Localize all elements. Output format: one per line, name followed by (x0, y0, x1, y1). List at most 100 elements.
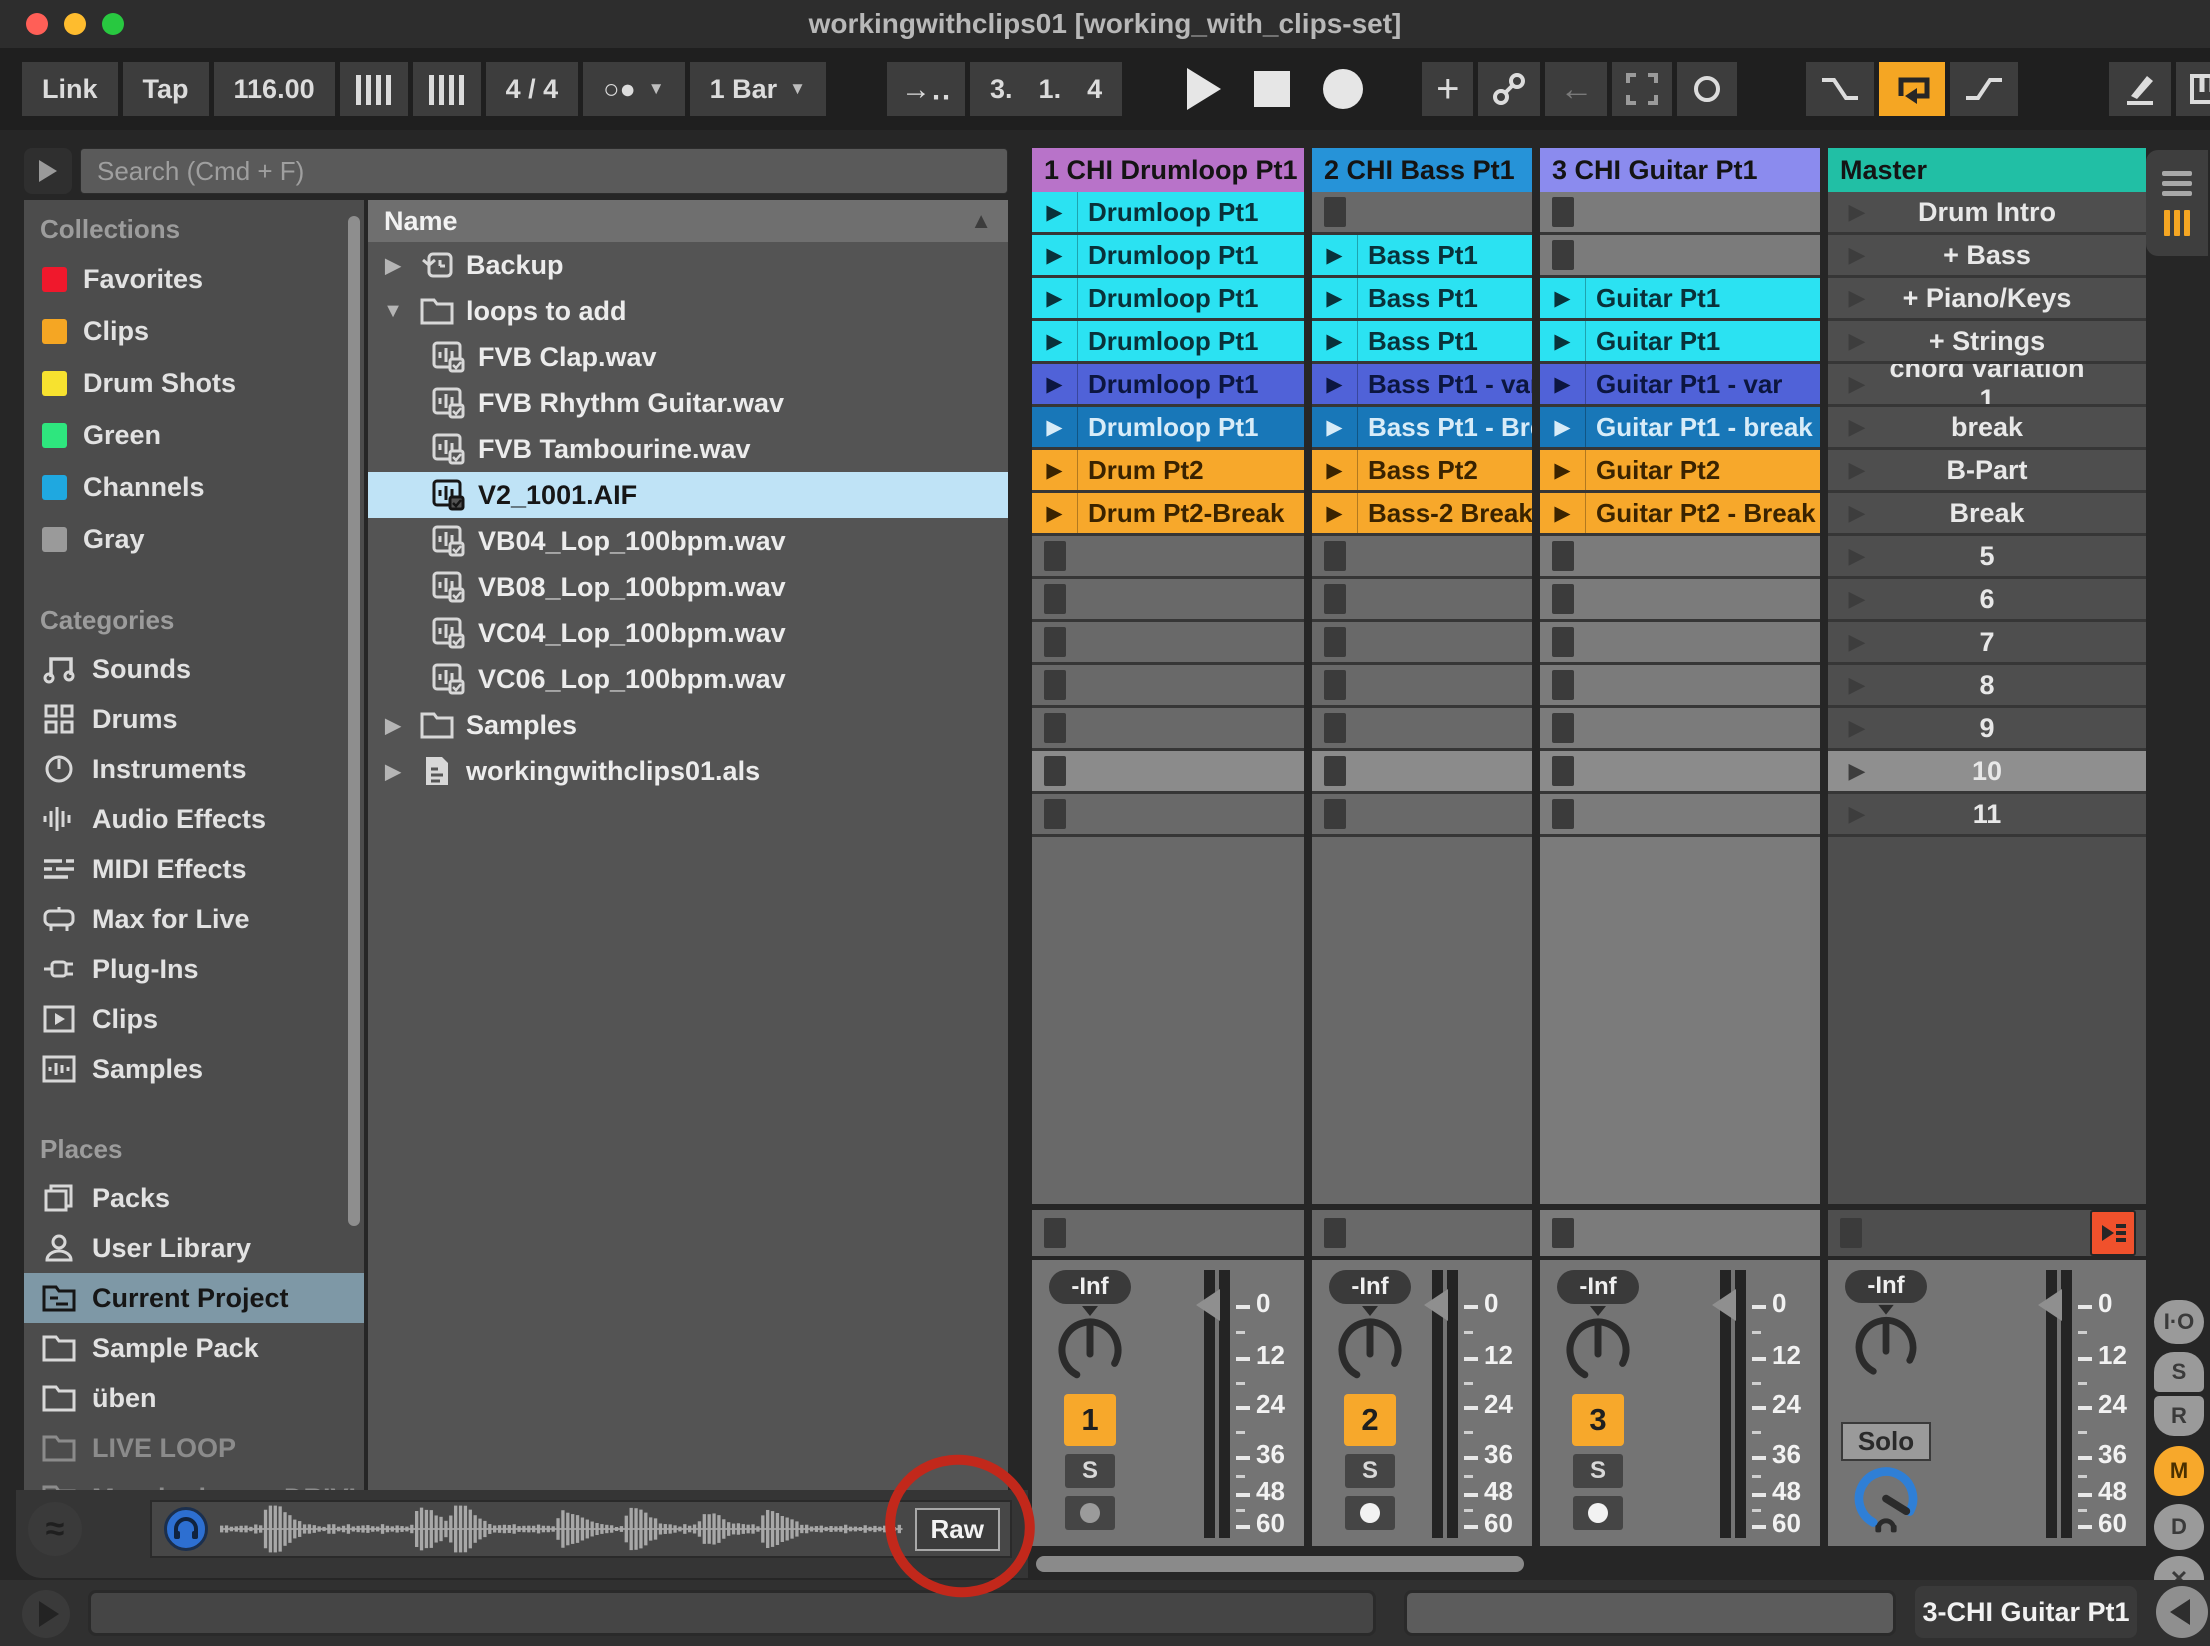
file-row[interactable]: ▶Samples (368, 702, 1008, 748)
clip-play-button[interactable]: ▶ (1032, 450, 1078, 490)
delay-section-toggle[interactable]: D (2154, 1504, 2204, 1550)
scene-slot[interactable]: ▶+ Piano/Keys (1828, 278, 2146, 321)
category-item-audiofx[interactable]: Audio Effects (24, 794, 364, 844)
tap-tempo-button[interactable]: Tap (123, 62, 209, 116)
clip-stop-button[interactable] (1044, 627, 1066, 657)
clip-stop-button[interactable] (1552, 541, 1574, 571)
scene-slot[interactable]: ▶10 (1828, 751, 2146, 794)
empty-clip-slot[interactable] (1540, 536, 1820, 579)
clip-slot[interactable]: ▶Guitar Pt1 - var (1540, 364, 1820, 407)
track-header[interactable]: 2 CHI Bass Pt1 (1312, 148, 1532, 192)
play-button[interactable] (1173, 62, 1235, 116)
clip-play-button[interactable]: ▶ (1540, 364, 1586, 404)
empty-clip-slot[interactable] (1540, 708, 1820, 751)
clip-stop-button[interactable] (1552, 756, 1574, 786)
capture-midi-button[interactable] (1478, 62, 1540, 116)
clip-play-button[interactable]: ▶ (1032, 278, 1078, 318)
clip-stop-button[interactable] (1324, 799, 1346, 829)
collection-item[interactable]: Favorites (24, 253, 364, 305)
clip-length-menu[interactable]: 1 Bar▼ (690, 62, 826, 116)
file-row[interactable]: V2_1001.AIF (368, 472, 1008, 518)
clip-slot[interactable]: ▶Drumloop Pt1 (1032, 321, 1304, 364)
empty-clip-slot[interactable] (1312, 579, 1532, 622)
volume-value[interactable]: -Inf (1557, 1270, 1639, 1304)
horizontal-scrollbar[interactable] (1036, 1556, 1524, 1572)
clip-slot[interactable]: ▶Bass Pt2 (1312, 450, 1532, 493)
clip-stop-button[interactable] (1324, 197, 1346, 227)
master-header[interactable]: Master (1828, 148, 2146, 192)
clip-slot[interactable]: ▶Guitar Pt1 (1540, 278, 1820, 321)
loop-button[interactable] (1879, 62, 1945, 116)
clip-stop-button[interactable] (1552, 627, 1574, 657)
automation-ramp-button[interactable] (1950, 62, 2018, 116)
record-button[interactable] (1309, 62, 1377, 116)
arm-button[interactable] (1573, 1496, 1623, 1530)
file-row[interactable]: ▼loops to add (368, 288, 1008, 334)
clip-stop-button[interactable] (1324, 670, 1346, 700)
back-to-arrangement-button[interactable] (2090, 1210, 2136, 1256)
empty-clip-slot[interactable] (1540, 622, 1820, 665)
clip-stop-button[interactable] (1044, 541, 1066, 571)
clip-stop-button[interactable] (1552, 713, 1574, 743)
computer-midi-keyboard-button[interactable] (2176, 62, 2210, 116)
solo-button[interactable]: S (1065, 1454, 1115, 1488)
category-item-max[interactable]: Max for Live (24, 894, 364, 944)
category-item-samples[interactable]: Samples (24, 1044, 364, 1094)
collection-item[interactable]: Clips (24, 305, 364, 357)
scene-slot[interactable]: ▶9 (1828, 708, 2146, 751)
place-item[interactable]: Sample Pack (24, 1323, 364, 1373)
solo-button[interactable]: S (1345, 1454, 1395, 1488)
scene-play-button[interactable]: ▶ (1828, 543, 1886, 569)
clip-stop-button[interactable] (1552, 584, 1574, 614)
link-button[interactable]: Link (22, 62, 118, 116)
scene-play-button[interactable]: ▶ (1828, 414, 1886, 440)
volume-value[interactable]: -Inf (1329, 1270, 1411, 1304)
file-row[interactable]: VC06_Lop_100bpm.wav (368, 656, 1008, 702)
category-item-sounds[interactable]: Sounds (24, 644, 364, 694)
clip-stop-button[interactable] (1324, 541, 1346, 571)
empty-clip-slot[interactable] (1312, 708, 1532, 751)
back-to-arrangement-button[interactable]: ← (1545, 62, 1607, 116)
collection-item[interactable]: Channels (24, 461, 364, 513)
mixer-view-toggle-icon[interactable] (2164, 210, 2190, 236)
clip-slot[interactable]: ▶Drum Pt2 (1032, 450, 1304, 493)
scene-slot[interactable]: ▶7 (1828, 622, 2146, 665)
scene-play-button[interactable]: ▶ (1828, 586, 1886, 612)
scene-play-button[interactable]: ▶ (1828, 758, 1886, 784)
clip-play-button[interactable]: ▶ (1032, 407, 1078, 447)
clip-stop-button[interactable] (1552, 670, 1574, 700)
place-item[interactable]: üben (24, 1373, 364, 1423)
scene-slot[interactable]: ▶8 (1828, 665, 2146, 708)
clip-play-button[interactable]: ▶ (1540, 450, 1586, 490)
empty-clip-slot[interactable] (1032, 536, 1304, 579)
tempo-field[interactable]: 116.00 (214, 62, 335, 116)
minimize-window-button[interactable] (64, 13, 86, 35)
category-item-drums[interactable]: Drums (24, 694, 364, 744)
status-back-button[interactable] (2156, 1586, 2208, 1638)
file-row[interactable]: FVB Rhythm Guitar.wav (368, 380, 1008, 426)
scene-play-button[interactable]: ▶ (1828, 715, 1886, 741)
place-item[interactable]: Current Project (24, 1273, 364, 1323)
clip-slot[interactable]: ▶Bass Pt1 - Break (1312, 407, 1532, 450)
stop-all-clips-button[interactable] (1044, 1218, 1066, 1248)
clip-stop-button[interactable] (1044, 713, 1066, 743)
clip-slot[interactable]: ▶Bass-2 Break (1312, 493, 1532, 536)
disclosure-arrow-icon[interactable]: ▼ (378, 300, 408, 323)
overview-menu-icon[interactable] (2162, 171, 2192, 196)
clip-slot[interactable]: ▶Drumloop Pt1 (1032, 278, 1304, 321)
file-row[interactable]: VB04_Lop_100bpm.wav (368, 518, 1008, 564)
scene-slot[interactable]: ▶+ Strings (1828, 321, 2146, 364)
empty-clip-slot[interactable] (1540, 665, 1820, 708)
empty-clip-slot[interactable] (1032, 665, 1304, 708)
file-row[interactable]: ▶Backup (368, 242, 1008, 288)
new-button[interactable]: + (1422, 62, 1473, 116)
track-activator-button[interactable]: 1 (1064, 1394, 1116, 1446)
scene-slot[interactable]: ▶11 (1828, 794, 2146, 837)
clip-stop-button[interactable] (1324, 627, 1346, 657)
clip-slot[interactable]: ▶Drum Pt2-Break (1032, 493, 1304, 536)
stop-all-clips-button[interactable] (1552, 1218, 1574, 1248)
scene-play-button[interactable]: ▶ (1828, 629, 1886, 655)
scene-play-button[interactable]: ▶ (1828, 457, 1886, 483)
file-row[interactable]: ▶workingwithclips01.als (368, 748, 1008, 794)
clip-stop-button[interactable] (1044, 584, 1066, 614)
